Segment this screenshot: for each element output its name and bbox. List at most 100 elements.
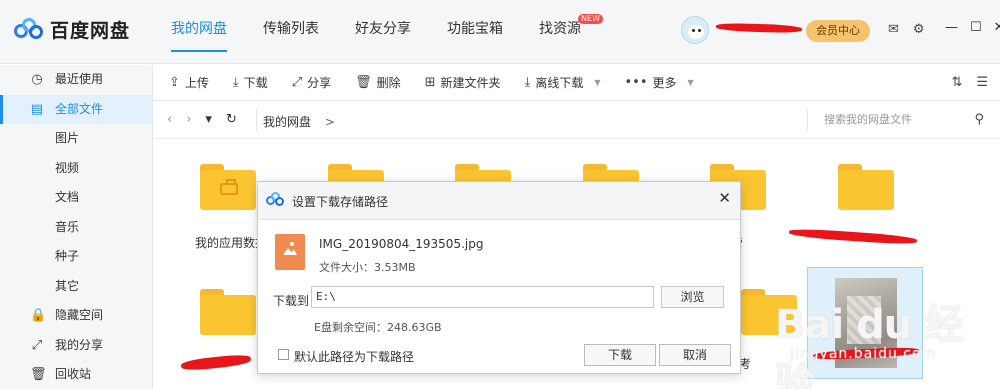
trash-icon: 🗑 [355, 75, 372, 90]
search-placeholder: 搜索我的网盘文件 [824, 113, 912, 126]
chevron-down-icon: ▼ [594, 78, 601, 87]
tab-find-resources-label: 找资源 [539, 21, 581, 37]
sidebar-item-videos[interactable]: 视频 [0, 154, 152, 184]
redaction-scribble [715, 22, 803, 34]
sidebar-item-documents[interactable]: 文档 [0, 183, 152, 213]
settings-icon[interactable]: ⚙ [913, 22, 925, 37]
cloud-logo-icon [266, 192, 284, 208]
share-icon: ⤢ [291, 75, 303, 90]
upload-label: 上传 [184, 76, 209, 90]
download-icon: ⤓ [524, 75, 531, 90]
watermark: Bai du 经验 [775, 302, 964, 389]
breadcrumb-separator: > [324, 115, 335, 129]
mail-icon[interactable]: ✉ [888, 22, 899, 37]
share-label: 分享 [307, 76, 332, 90]
upload-icon: ⇪ [169, 75, 180, 90]
sort-icon[interactable]: ⇅ [951, 75, 962, 90]
top-bar: 百度网盘 我的网盘 传输列表 好友分享 功能宝箱 找资源 NEW 会员中心 ✉ … [0, 0, 1000, 64]
tab-my-disk[interactable]: 我的网盘 [171, 0, 227, 64]
view-controls: ⇅ ☰ [951, 75, 988, 90]
sidebar-item-torrents[interactable]: 种子 [0, 242, 152, 272]
address-bar: ‹ › ▾ ↻ 我的网盘 > 搜索我的网盘文件 ⚲ [153, 101, 1000, 139]
free-space-text: E盘剩余空间：248.63GB [314, 321, 442, 334]
window-controls: — ☐ ✕ [945, 20, 1000, 35]
breadcrumb-root[interactable]: 我的网盘 [263, 115, 311, 129]
nav-buttons: ‹ › ▾ ↻ [167, 112, 237, 127]
tab-find-resources[interactable]: 找资源 NEW [539, 0, 603, 64]
app-title: 百度网盘 [50, 20, 131, 42]
folder-icon[interactable] [200, 289, 256, 335]
delete-button[interactable]: 🗑 删除 [355, 74, 401, 91]
default-path-checkbox[interactable] [278, 349, 289, 360]
app-logo: 百度网盘 [14, 16, 130, 43]
sidebar-item-label: 最近使用 [55, 72, 104, 86]
minimize-icon[interactable]: — [945, 20, 958, 35]
user-area[interactable] [681, 16, 709, 44]
new-folder-icon: ⊞ [424, 75, 436, 90]
sidebar-item-others[interactable]: 其它 [0, 272, 152, 302]
top-icons: ✉ ⚙ [888, 22, 925, 37]
folder-icon[interactable] [200, 164, 256, 210]
sidebar-item-label: 我的分享 [55, 337, 104, 352]
divider [256, 109, 257, 131]
download-button[interactable]: 下载 [584, 344, 656, 366]
refresh-icon[interactable]: ↻ [226, 112, 237, 127]
search-input[interactable]: 搜索我的网盘文件 ⚲ [807, 109, 992, 131]
tab-friend-share[interactable]: 好友分享 [355, 0, 411, 64]
offline-download-button[interactable]: ⤓ 离线下载 ▼ [525, 74, 601, 91]
lock-icon: 🔒 [30, 308, 47, 323]
forward-icon[interactable]: › [186, 112, 191, 127]
sidebar-item-hidden-space[interactable]: 🔒 隐藏空间 [0, 301, 152, 331]
new-badge: NEW [578, 14, 603, 24]
redaction-scribble [788, 227, 918, 246]
sidebar-item-music[interactable]: 音乐 [0, 213, 152, 243]
chevron-down-icon: ▼ [687, 78, 694, 87]
more-button[interactable]: ••• 更多 ▼ [624, 74, 693, 91]
dialog-header: 设置下载存储路径 ✕ [258, 182, 740, 220]
more-label: 更多 [652, 76, 677, 90]
cloud-logo-icon [14, 17, 44, 42]
redaction-scribble [180, 353, 252, 372]
list-view-icon[interactable]: ☰ [976, 75, 988, 90]
download-icon: ⤓ [232, 75, 239, 90]
sidebar-item-all-files[interactable]: ▤ 全部文件 [0, 94, 152, 124]
close-icon[interactable]: ✕ [994, 20, 1000, 35]
browse-button[interactable]: 浏览 [661, 286, 724, 308]
file-size: 文件大小：3.53MB [319, 261, 416, 274]
sidebar-item-pictures[interactable]: 图片 [0, 124, 152, 154]
default-path-label[interactable]: 默认此路径为下载路径 [294, 348, 414, 365]
folder-icon[interactable] [838, 164, 894, 210]
sidebar: ◷ 最近使用 ▤ 全部文件 图片 视频 文档 音乐 种子 其它 🔒 隐藏空间 ⤢… [0, 65, 153, 389]
maximize-icon[interactable]: ☐ [970, 20, 982, 35]
watermark-url: jingyan.baidu.com [790, 346, 937, 362]
history-dropdown-icon[interactable]: ▾ [205, 112, 212, 127]
vip-center-button[interactable]: 会员中心 [806, 20, 870, 42]
share-button[interactable]: ⤢ 分享 [292, 74, 331, 91]
offline-download-label: 离线下载 [535, 76, 584, 90]
close-icon[interactable]: ✕ [718, 189, 731, 207]
avatar[interactable] [681, 16, 709, 44]
search-icon[interactable]: ⚲ [974, 109, 984, 131]
back-icon[interactable]: ‹ [167, 112, 172, 127]
dialog-title: 设置下载存储路径 [292, 195, 389, 209]
document-icon: ▤ [30, 101, 44, 117]
new-folder-button[interactable]: ⊞ 新建文件夹 [425, 74, 501, 91]
download-path-input[interactable]: E:\ [311, 286, 654, 308]
sidebar-item-label: 全部文件 [55, 101, 104, 116]
download-button[interactable]: ⤓ 下载 [233, 74, 268, 91]
share-icon: ⤢ [31, 337, 43, 353]
sidebar-item-label: 隐藏空间 [55, 308, 104, 322]
delete-label: 删除 [376, 76, 401, 90]
tab-toolbox[interactable]: 功能宝箱 [447, 0, 503, 64]
sidebar-item-recent[interactable]: ◷ 最近使用 [0, 65, 152, 95]
sidebar-item-recycle-bin[interactable]: 🗑 回收站 [0, 360, 152, 389]
toolbar: ⇪ 上传 ⤓ 下载 ⤢ 分享 🗑 删除 ⊞ 新建文件夹 ⤓ 离线下载 ▼ •••… [153, 65, 1000, 101]
sidebar-item-label: 回收站 [55, 367, 92, 381]
new-folder-label: 新建文件夹 [440, 76, 501, 90]
tab-transfer-list[interactable]: 传输列表 [263, 0, 319, 64]
sidebar-item-my-shares[interactable]: ⤢ 我的分享 [0, 331, 152, 361]
upload-button[interactable]: ⇪ 上传 [169, 74, 209, 91]
dialog-footer: 默认此路径为下载路径 下载 取消 [258, 340, 740, 373]
cancel-button[interactable]: 取消 [659, 344, 731, 366]
breadcrumb: 我的网盘 > [263, 113, 335, 130]
